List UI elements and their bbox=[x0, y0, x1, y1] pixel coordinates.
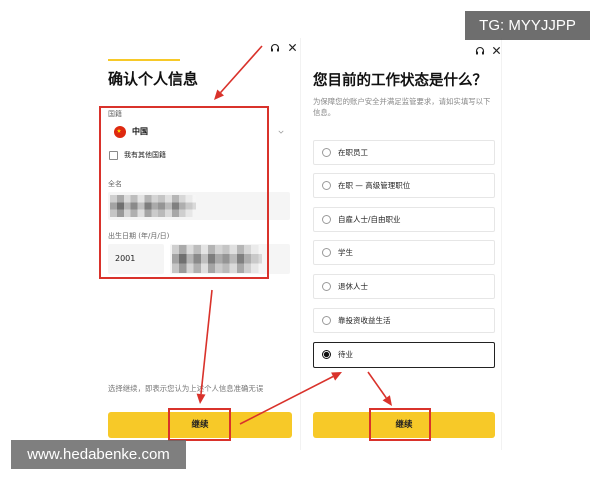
consent-text: 选择继续，即表示您认为上述个人信息准确无误 bbox=[108, 384, 264, 393]
radio-icon[interactable] bbox=[322, 248, 331, 257]
work-status-screen: 您目前的工作状态是什么？ 为保障您的账户安全并满足监管要求，请如实填写以下信息。… bbox=[300, 38, 502, 450]
radio-icon[interactable] bbox=[322, 282, 331, 291]
radio-icon[interactable] bbox=[322, 215, 331, 224]
obscured-name-mosaic bbox=[110, 195, 196, 217]
nationality-value: 中国 bbox=[132, 127, 148, 136]
option-label: 待业 bbox=[338, 350, 353, 359]
other-nationality-checkbox[interactable] bbox=[109, 151, 118, 160]
continue-button[interactable]: 继续 bbox=[313, 412, 495, 438]
nationality-label: 国籍 bbox=[108, 110, 122, 118]
watermark-telegram: TG: MYYJJPP bbox=[465, 11, 590, 40]
option-label: 在职员工 bbox=[338, 148, 368, 157]
birth-month-day-field[interactable] bbox=[170, 244, 290, 274]
page-title: 确认个人信息 bbox=[108, 70, 199, 88]
chevron-down-icon bbox=[278, 129, 284, 135]
personal-info-screen: 确认个人信息 国籍 中国 我有其他国籍 全名 出生日期 (年/月/日) 2001… bbox=[98, 38, 300, 450]
nationality-select[interactable]: 中国 bbox=[108, 120, 290, 144]
other-nationality-label: 我有其他国籍 bbox=[124, 151, 166, 159]
obscured-date-mosaic bbox=[172, 245, 262, 273]
option-label: 在职 — 高级管理职位 bbox=[338, 181, 411, 190]
radio-icon[interactable] bbox=[322, 350, 331, 359]
headset-icon[interactable] bbox=[475, 46, 485, 56]
option-label: 自雇人士/自由职业 bbox=[338, 215, 401, 224]
work-status-option[interactable]: 学生 bbox=[313, 240, 495, 265]
work-status-option[interactable]: 待业 bbox=[313, 342, 495, 368]
radio-icon[interactable] bbox=[322, 181, 331, 190]
page-title: 您目前的工作状态是什么？ bbox=[313, 73, 487, 89]
radio-icon[interactable] bbox=[322, 316, 331, 325]
progress-accent-bar bbox=[108, 59, 180, 61]
birth-date-label: 出生日期 (年/月/日) bbox=[108, 232, 170, 240]
birth-year-field[interactable]: 2001 bbox=[108, 244, 164, 274]
work-status-option[interactable]: 退休人士 bbox=[313, 274, 495, 299]
radio-icon[interactable] bbox=[322, 148, 331, 157]
watermark-website: www.hedabenke.com bbox=[11, 440, 186, 469]
close-icon[interactable] bbox=[288, 43, 298, 53]
birth-year-value: 2001 bbox=[115, 254, 136, 263]
full-name-field[interactable] bbox=[108, 192, 290, 220]
close-icon[interactable] bbox=[492, 46, 502, 56]
option-label: 退休人士 bbox=[338, 282, 368, 291]
option-label: 靠投资收益生活 bbox=[338, 316, 391, 325]
work-status-option[interactable]: 在职员工 bbox=[313, 140, 495, 165]
work-status-option[interactable]: 自雇人士/自由职业 bbox=[313, 207, 495, 232]
work-status-option[interactable]: 靠投资收益生活 bbox=[313, 308, 495, 333]
continue-button[interactable]: 继续 bbox=[108, 412, 292, 438]
headset-icon[interactable] bbox=[270, 43, 280, 53]
full-name-label: 全名 bbox=[108, 180, 122, 188]
china-flag-icon bbox=[114, 126, 126, 138]
page-subtitle: 为保障您的账户安全并满足监管要求，请如实填写以下信息。 bbox=[313, 97, 491, 117]
work-status-option[interactable]: 在职 — 高级管理职位 bbox=[313, 173, 495, 198]
option-label: 学生 bbox=[338, 248, 353, 257]
